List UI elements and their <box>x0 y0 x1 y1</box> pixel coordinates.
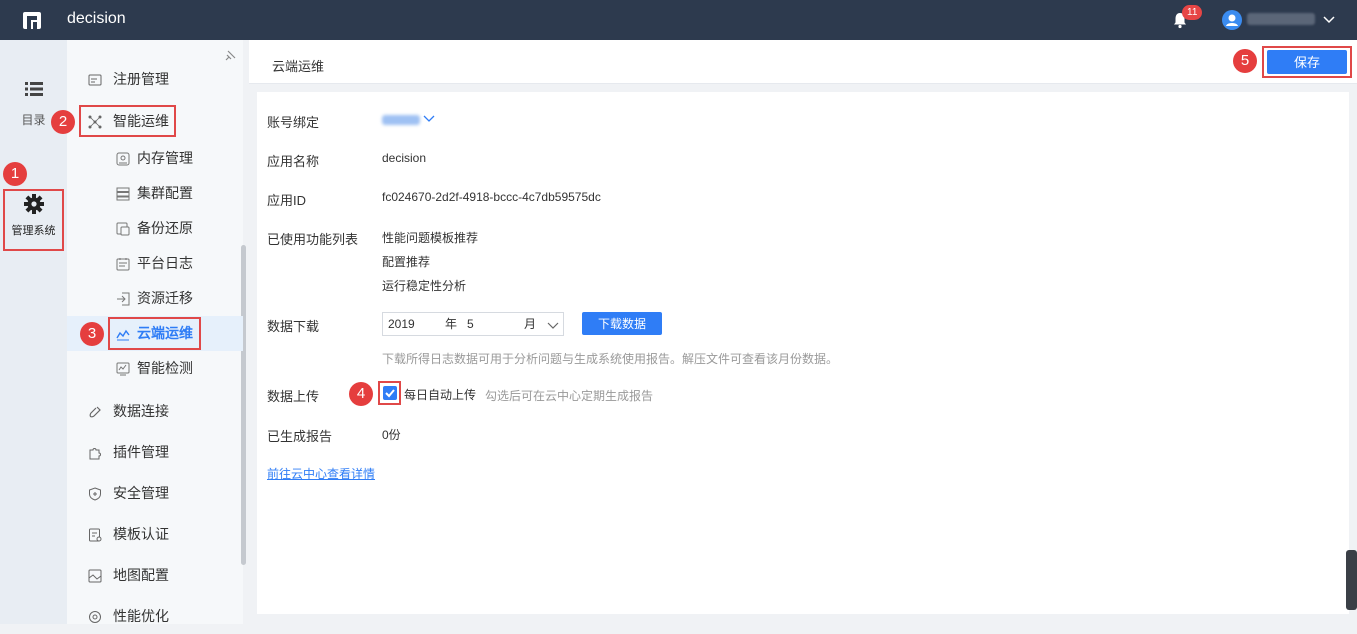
step-marker: 2 <box>51 110 75 134</box>
log-icon <box>116 258 130 271</box>
page-title: 云端运维 <box>272 59 325 74</box>
app-logo-icon[interactable] <box>22 10 42 30</box>
app-title: decision <box>67 10 126 27</box>
sidebar-item-cluster[interactable]: 集群配置 <box>67 176 243 211</box>
sidebar-item-label: 注册管理 <box>113 71 169 87</box>
download-label: 数据下载 <box>267 319 320 334</box>
account-label: 账号绑定 <box>267 115 320 130</box>
auto-upload-label[interactable]: 每日自动上传 <box>404 386 476 403</box>
template-icon <box>89 528 102 542</box>
sidebar-item-label: 集群配置 <box>137 185 193 201</box>
reports-value: 0份 <box>382 428 401 442</box>
performance-icon <box>89 611 101 623</box>
user-name-blurred[interactable] <box>1247 13 1315 25</box>
highlight-box <box>79 105 176 137</box>
sidebar-item-performance[interactable]: 性能优化 <box>67 599 243 634</box>
sidebar-item-label: 平台日志 <box>137 255 193 271</box>
sidebar-item-template-cert[interactable]: 模板认证 <box>67 517 243 552</box>
puzzle-icon <box>89 448 101 460</box>
resize-handle[interactable] <box>1346 550 1357 610</box>
sidebar-item-label: 安全管理 <box>113 485 169 501</box>
sidebar-item-memory[interactable]: 内存管理 <box>67 141 243 176</box>
month-unit: 月 <box>524 317 537 331</box>
sidebar-item-label: 地图配置 <box>113 567 169 583</box>
cloud-center-link[interactable]: 前往云中心查看详情 <box>267 465 375 482</box>
feature-item: 性能问题模板推荐 <box>382 231 479 245</box>
month-value: 5 <box>467 317 474 331</box>
link-icon <box>89 406 101 418</box>
highlight-box <box>108 317 201 350</box>
sidebar-item-label: 插件管理 <box>113 444 169 460</box>
highlight-box <box>378 381 401 405</box>
app-id-value: fc024670-2d2f-4918-bccc-4c7db59575dc <box>382 190 601 204</box>
map-icon <box>88 569 102 583</box>
sidebar-item-security[interactable]: 安全管理 <box>67 476 243 511</box>
sidebar-item-label: 内存管理 <box>137 150 193 166</box>
year-value: 2019 <box>388 317 415 331</box>
cluster-icon <box>116 187 130 201</box>
sidebar-item-backup[interactable]: 备份还原 <box>67 211 243 246</box>
memory-icon <box>116 152 130 166</box>
step-marker: 5 <box>1233 49 1257 73</box>
step-marker: 3 <box>80 322 104 346</box>
shield-icon <box>89 487 101 501</box>
sidebar-item-data-connection[interactable]: 数据连接 <box>67 394 243 429</box>
sidebar-item-map[interactable]: 地图配置 <box>67 558 243 593</box>
chevron-down-icon[interactable] <box>423 112 435 124</box>
sidebar-item-label: 性能优化 <box>113 608 169 624</box>
year-unit: 年 <box>445 317 458 331</box>
step-marker: 4 <box>349 382 373 406</box>
month-picker[interactable]: 2019 年 5 月 <box>382 312 564 336</box>
page-header <box>249 40 1357 84</box>
sidebar-item-label: 模板认证 <box>113 526 169 542</box>
list-icon <box>24 82 43 96</box>
sidebar-item-register[interactable]: 注册管理 <box>67 62 243 97</box>
app-id-label: 应用ID <box>267 193 307 208</box>
step-marker: 1 <box>3 162 27 186</box>
sidebar-item-plugins[interactable]: 插件管理 <box>67 435 243 470</box>
register-icon <box>88 74 102 86</box>
sidebar-item-label: 数据连接 <box>113 403 169 419</box>
upload-label: 数据上传 <box>267 389 320 404</box>
pin-icon[interactable] <box>224 50 236 62</box>
notification-badge: 11 <box>1182 5 1203 20</box>
sidebar-item-label: 备份还原 <box>137 220 193 236</box>
download-hint: 下载所得日志数据可用于分析问题与生成系统使用报告。解压文件可查看该月份数据。 <box>382 352 839 366</box>
app-name-value: decision <box>382 151 427 165</box>
reports-label: 已生成报告 <box>267 429 333 444</box>
top-bar: decision 11 <box>0 0 1357 40</box>
features-label: 已使用功能列表 <box>267 232 359 247</box>
auto-upload-hint: 勾选后可在云中心定期生成报告 <box>485 389 654 403</box>
sidebar-item-logs[interactable]: 平台日志 <box>67 246 243 281</box>
sidebar-item-label: 智能检测 <box>137 360 193 376</box>
backup-icon <box>116 222 130 236</box>
chevron-down-icon[interactable] <box>547 319 559 331</box>
sidebar-item-migrate[interactable]: 资源迁移 <box>67 281 243 316</box>
highlight-box <box>1262 46 1352 78</box>
feature-item: 配置推荐 <box>382 255 431 269</box>
user-icon <box>1226 14 1238 26</box>
detect-icon <box>116 362 130 376</box>
sidebar-item-detect[interactable]: 智能检测 <box>67 351 243 386</box>
feature-item: 运行稳定性分析 <box>382 279 467 293</box>
app-name-label: 应用名称 <box>267 154 320 169</box>
highlight-box <box>3 189 64 251</box>
download-data-button[interactable]: 下载数据 <box>582 312 662 335</box>
chevron-down-icon[interactable] <box>1322 12 1336 26</box>
user-avatar[interactable] <box>1222 10 1242 30</box>
sidebar-item-label: 资源迁移 <box>137 290 193 306</box>
migrate-icon <box>117 292 130 306</box>
account-value-blurred[interactable] <box>382 115 420 125</box>
